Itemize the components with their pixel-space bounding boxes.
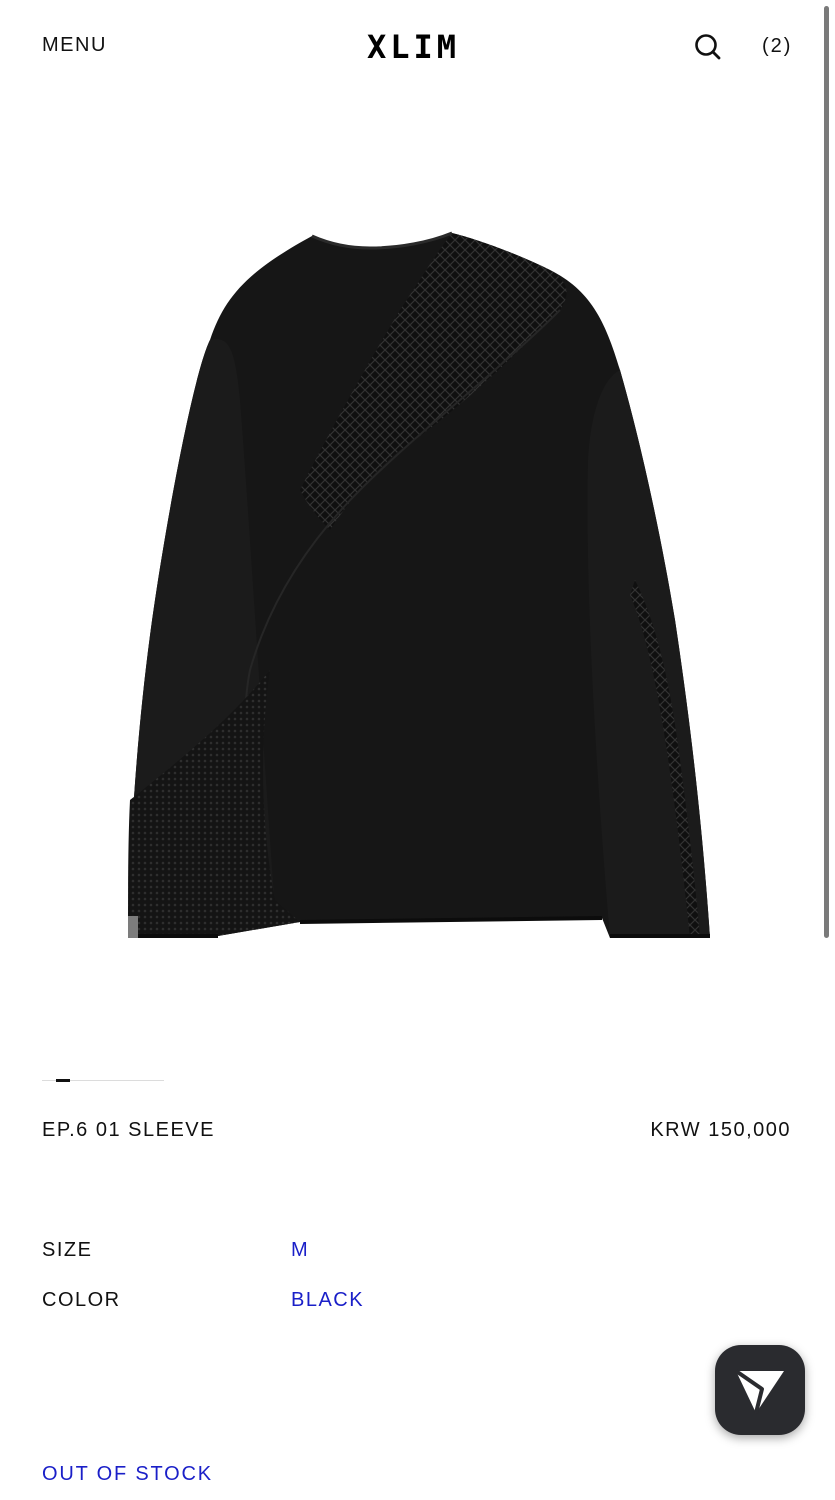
search-icon bbox=[695, 34, 721, 60]
scrollbar[interactable] bbox=[824, 6, 829, 938]
cart-button[interactable]: (2) bbox=[762, 35, 792, 58]
site-header: MENU XLIM (2) bbox=[0, 0, 835, 95]
menu-button[interactable]: MENU bbox=[42, 34, 107, 57]
size-label: SIZE bbox=[42, 1239, 93, 1261]
product-name: EP.6 01 SLEEVE bbox=[42, 1119, 215, 1141]
size-value[interactable]: M bbox=[291, 1239, 309, 1262]
color-label: COLOR bbox=[42, 1289, 121, 1311]
carousel-indicator-active[interactable] bbox=[56, 1079, 70, 1082]
product-page: MENU XLIM (2) EP.6 01 SLEEVE KRW 150,000… bbox=[0, 0, 835, 1500]
long-sleeve-shirt-image bbox=[128, 231, 710, 938]
send-icon bbox=[734, 1369, 784, 1414]
search-button[interactable] bbox=[693, 32, 723, 62]
color-value[interactable]: BLACK bbox=[291, 1289, 364, 1312]
product-image[interactable] bbox=[100, 200, 735, 960]
product-price: KRW 150,000 bbox=[650, 1119, 791, 1141]
chat-send-button[interactable] bbox=[715, 1345, 805, 1435]
stock-status: OUT OF STOCK bbox=[42, 1463, 213, 1485]
brand-logo[interactable]: XLIM bbox=[367, 28, 460, 66]
